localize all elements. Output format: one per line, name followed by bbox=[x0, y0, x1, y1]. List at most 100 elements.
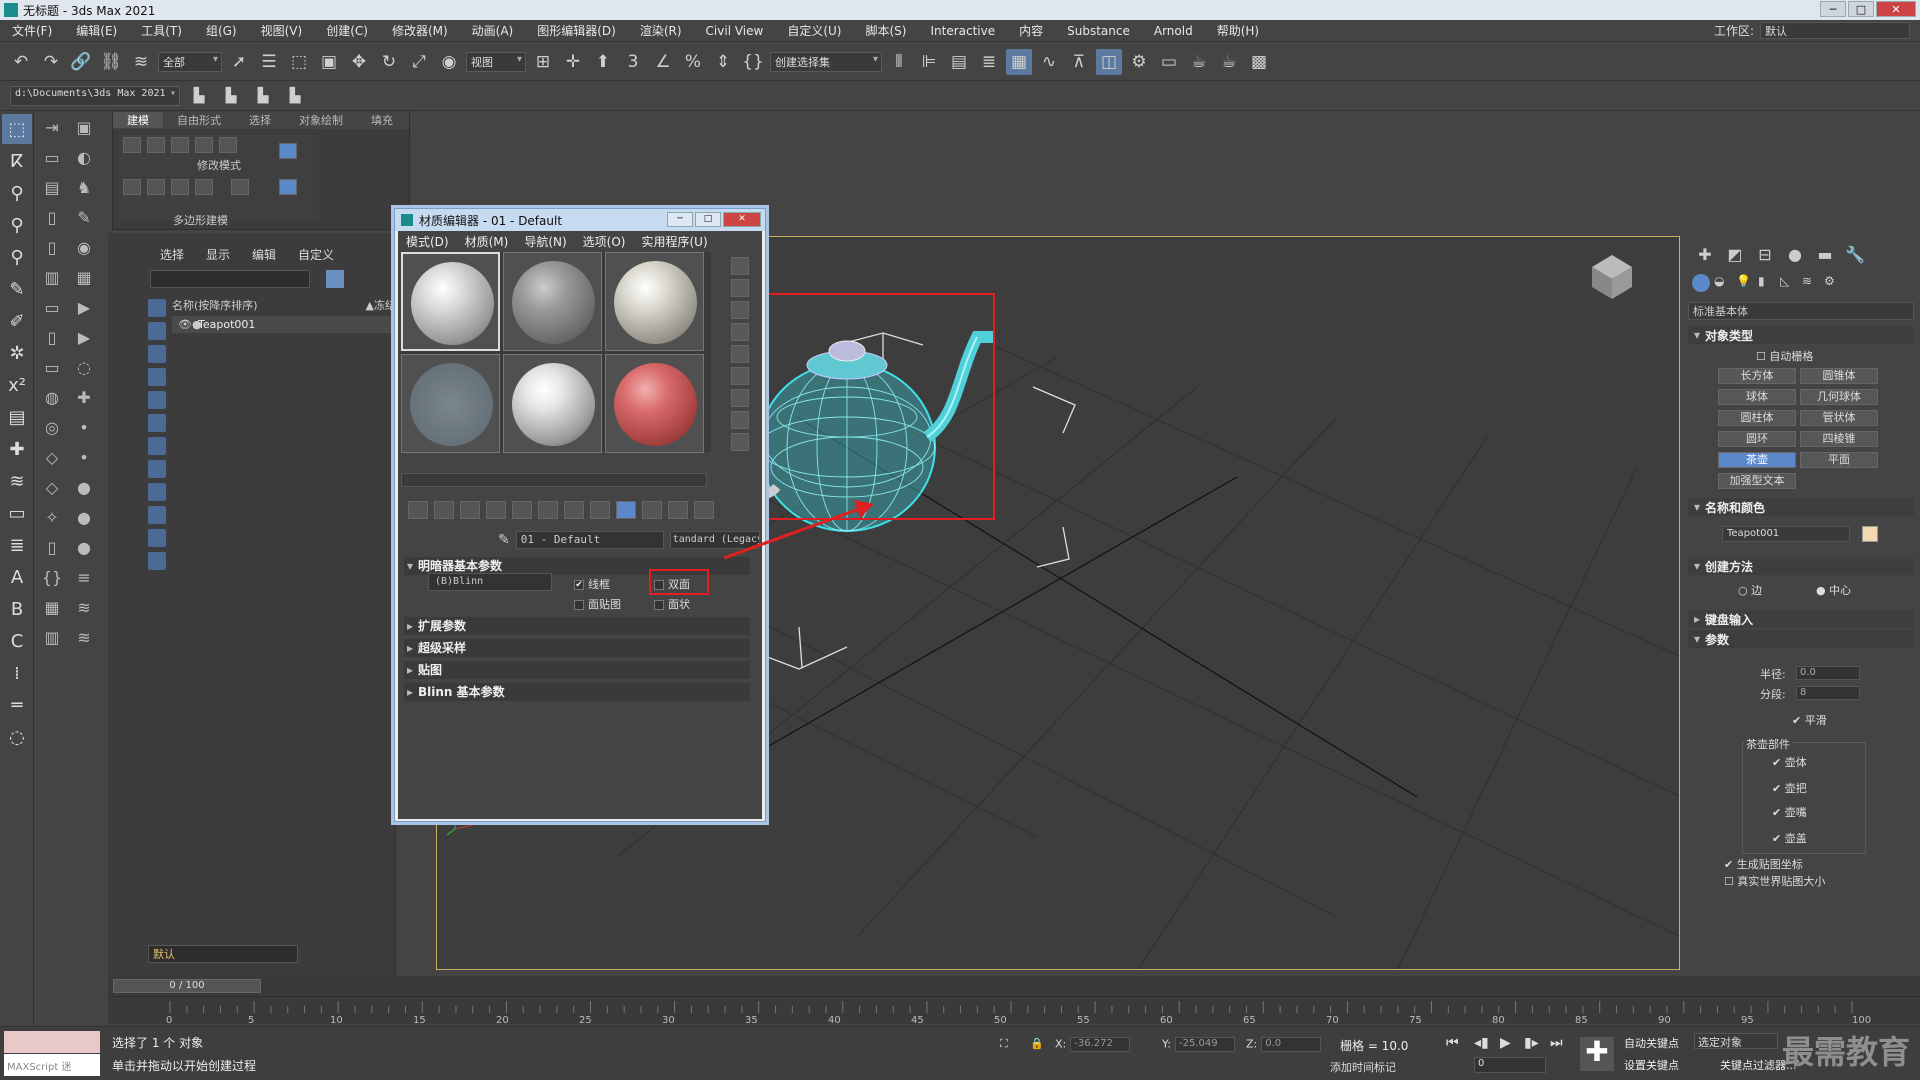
cameras-icon[interactable]: ▮ bbox=[1758, 274, 1776, 292]
mirror-icon[interactable]: ⫴ bbox=[886, 49, 912, 75]
keyboard-entry-rollout[interactable]: 键盘输入 bbox=[1688, 610, 1914, 628]
textplus-button[interactable]: 加强型文本 bbox=[1718, 473, 1796, 489]
material-map-navigator-icon[interactable] bbox=[731, 433, 749, 451]
cone-button[interactable]: 圆锥体 bbox=[1800, 368, 1878, 384]
object-name-field[interactable]: Teapot001 bbox=[1722, 526, 1850, 542]
maxscript-mini-input[interactable]: MAXScript 迷 bbox=[4, 1054, 100, 1076]
menu-civil-view[interactable]: Civil View bbox=[694, 24, 776, 38]
tool-icon-15[interactable]: ▯ bbox=[37, 323, 67, 351]
hierarchy-tab-icon[interactable]: ⊟ bbox=[1754, 244, 1776, 264]
face-map-checkbox[interactable]: 面贴图 bbox=[574, 596, 621, 612]
workspace-select[interactable]: 默认 bbox=[1760, 22, 1910, 39]
xform-icon[interactable]: x² bbox=[2, 370, 32, 400]
tool-icon-10[interactable]: ◉ bbox=[69, 233, 99, 261]
polygon-mode-button[interactable] bbox=[195, 137, 213, 153]
tool-icon-17[interactable]: ▭ bbox=[37, 353, 67, 381]
object-type-rollout[interactable]: 对象类型 bbox=[1688, 326, 1914, 344]
schematic-view-icon[interactable]: ⊼ bbox=[1066, 49, 1092, 75]
prev-frame-icon[interactable]: ◂▮ bbox=[1474, 1035, 1489, 1051]
y-coordinate-field[interactable]: -25.049 bbox=[1174, 1037, 1235, 1052]
set-key-mode-button[interactable]: 设置关键点 bbox=[1624, 1057, 1679, 1073]
filter-shapes-icon[interactable] bbox=[148, 322, 166, 340]
goto-end-icon[interactable]: ⏭ bbox=[1550, 1035, 1563, 1051]
filter-hidden-icon[interactable] bbox=[148, 552, 166, 570]
explorer-tab-select[interactable]: 选择 bbox=[160, 246, 184, 263]
creation-method-rollout[interactable]: 创建方法 bbox=[1688, 557, 1914, 575]
menu-modifiers[interactable]: 修改器(M) bbox=[380, 22, 460, 39]
render-cloud-icon[interactable]: ▩ bbox=[1246, 49, 1272, 75]
menu-tools[interactable]: 工具(T) bbox=[129, 22, 194, 39]
tool-icon-12[interactable]: ▦ bbox=[69, 263, 99, 291]
filter-lights-icon[interactable] bbox=[148, 345, 166, 363]
minimize-button[interactable]: ─ bbox=[1820, 1, 1846, 17]
select-icon[interactable]: ⬚ bbox=[2, 114, 32, 144]
menu-interactive[interactable]: Interactive bbox=[918, 24, 1007, 38]
add-icon[interactable]: ✚ bbox=[2, 434, 32, 464]
assign-to-selection-icon[interactable] bbox=[460, 501, 480, 519]
time-slider[interactable]: 0 / 100 bbox=[113, 979, 261, 993]
tool-icon-9[interactable]: ▯ bbox=[37, 233, 67, 261]
ribbon-button-7[interactable] bbox=[279, 179, 297, 195]
sample-slot-4[interactable] bbox=[401, 354, 500, 453]
next-frame-icon[interactable]: ▮▸ bbox=[1524, 1035, 1539, 1051]
create-project-icon[interactable]: ▙ bbox=[218, 83, 244, 109]
explorer-search-input[interactable] bbox=[150, 270, 310, 288]
maximize-button[interactable]: □ bbox=[1848, 1, 1874, 17]
open-project-icon[interactable]: ▙ bbox=[250, 83, 276, 109]
ribbon-button-3[interactable] bbox=[171, 179, 189, 195]
manipulate-icon[interactable]: ✛ bbox=[560, 49, 586, 75]
display-tab-icon[interactable]: ▬ bbox=[1814, 244, 1836, 264]
tool-icon-6[interactable]: ♞ bbox=[69, 173, 99, 201]
bend-icon[interactable]: ✐ bbox=[2, 306, 32, 336]
tool-icon-23[interactable]: ◇ bbox=[37, 443, 67, 471]
lid-checkbox[interactable]: ✔ 壶盖 bbox=[1772, 830, 1807, 846]
extended-params-rollout[interactable]: 扩展参数 bbox=[404, 617, 750, 635]
play-icon[interactable]: ▶ bbox=[1500, 1035, 1511, 1051]
tool-icon-25[interactable]: ◇ bbox=[37, 473, 67, 501]
menu-content[interactable]: 内容 bbox=[1007, 22, 1055, 39]
filter-helpers-icon[interactable] bbox=[148, 391, 166, 409]
ribbon-bottom-label[interactable]: 多边形建模 bbox=[173, 212, 228, 228]
element-mode-button[interactable] bbox=[219, 137, 237, 153]
tool-icon-2[interactable]: ▣ bbox=[69, 113, 99, 141]
geosphere-button[interactable]: 几何球体 bbox=[1800, 389, 1878, 405]
select-by-name-icon[interactable]: ☰ bbox=[256, 49, 282, 75]
sphere-button[interactable]: 球体 bbox=[1718, 389, 1796, 405]
real-world-checkbox[interactable]: ☐ 真实世界贴图大小 bbox=[1724, 873, 1825, 889]
tool-icon-31[interactable]: {} bbox=[37, 563, 67, 591]
menu-edit[interactable]: 编辑(E) bbox=[64, 22, 129, 39]
align-icon[interactable]: ⊫ bbox=[916, 49, 942, 75]
ribbon-button-1[interactable] bbox=[123, 179, 141, 195]
tool-icon-7[interactable]: ▯ bbox=[37, 203, 67, 231]
eyedropper-icon[interactable]: ✎ bbox=[498, 532, 510, 548]
menu-views[interactable]: 视图(V) bbox=[249, 22, 315, 39]
name-column-header[interactable]: 名称(按降序排序) bbox=[172, 299, 258, 312]
tool-icon-26[interactable]: ● bbox=[69, 473, 99, 501]
percent-snap-icon[interactable]: % bbox=[680, 49, 706, 75]
curve-editor-icon[interactable]: ∿ bbox=[1036, 49, 1062, 75]
tool-icon-30[interactable]: ● bbox=[69, 533, 99, 561]
edit-named-sel-icon[interactable]: {} bbox=[740, 49, 766, 75]
ribbon-tab-populate[interactable]: 填充 bbox=[357, 112, 407, 128]
shader-type-dropdown[interactable]: (B)Blinn bbox=[428, 573, 552, 591]
track-bar[interactable]: 0 5 10 15 20 25 30 35 40 45 50 55 60 65 … bbox=[108, 996, 1920, 1026]
scale-icon[interactable]: ⤢ bbox=[406, 49, 432, 75]
set-project-icon[interactable]: ▙ bbox=[282, 83, 308, 109]
project-path-dropdown[interactable]: d:\Documents\3ds Max 2021 bbox=[10, 85, 180, 106]
sample-slot-1[interactable] bbox=[401, 252, 500, 351]
rendered-frame-icon[interactable]: ▭ bbox=[1156, 49, 1182, 75]
ribbon-tab-selection[interactable]: 选择 bbox=[235, 112, 285, 128]
select-object-icon[interactable]: ➚ bbox=[226, 49, 252, 75]
unlink-icon[interactable]: ⛓ bbox=[98, 49, 124, 75]
show-end-result-icon[interactable] bbox=[642, 501, 662, 519]
isolate-icon[interactable]: ⛶ bbox=[1000, 1037, 1008, 1051]
dotted-circle-icon[interactable]: ◌ bbox=[2, 722, 32, 752]
wire-checkbox[interactable]: ✔ 线框 bbox=[574, 576, 610, 592]
handle-checkbox[interactable]: ✔ 壶把 bbox=[1772, 780, 1807, 796]
ruler-icon[interactable]: ═ bbox=[2, 690, 32, 720]
ref-coord-dropdown[interactable]: 视图 bbox=[466, 51, 526, 72]
named-selection-dropdown[interactable]: 创建选择集 bbox=[770, 51, 882, 72]
reset-map-icon[interactable] bbox=[486, 501, 506, 519]
mated-menu-options[interactable]: 选项(O) bbox=[575, 233, 634, 250]
autogrid-checkbox[interactable]: ☐ 自动栅格 bbox=[1756, 348, 1813, 364]
